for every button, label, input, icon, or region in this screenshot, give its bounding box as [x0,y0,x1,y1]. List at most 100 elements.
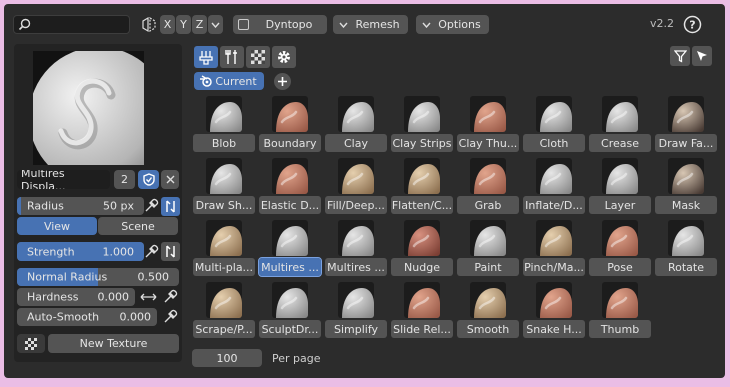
brush-label: Paint [457,258,519,276]
radius-unit-view[interactable]: View [17,217,97,235]
brush-label: Pose [589,258,651,276]
brush-label: Snake H... [523,320,585,338]
brush-label: SculptDr... [259,320,321,338]
tab-brushes[interactable] [194,46,218,68]
autosmooth-value: 0.000 [119,310,152,324]
checker-icon [25,337,37,350]
axis-x-toggle[interactable]: X [160,15,175,34]
eyedropper-icon[interactable] [143,244,159,260]
tools-icon [225,50,237,64]
brush-label: Draw Sh... [193,196,255,214]
dyntopo-toggle[interactable]: Dyntopo [233,15,327,34]
radius-field[interactable]: Radius 50 px [17,197,144,215]
brush-thumbnail [206,282,242,318]
brush-thumbnail [602,282,638,318]
gear-icon [278,51,290,63]
brush-thumbnail [404,158,440,194]
axis-dropdown[interactable] [208,15,223,34]
brush-label: Flatten/C... [391,196,453,214]
unlink-brush-button[interactable] [161,170,179,189]
arrows-icon[interactable] [140,291,157,303]
filter-icon [673,49,687,63]
remesh-dropdown[interactable]: Remesh [333,15,408,34]
brush-thumbnail [272,282,308,318]
filter-button[interactable] [670,46,690,66]
axis-y-toggle[interactable]: Y [176,15,191,34]
eyedropper-icon[interactable] [162,289,178,305]
brush-thumbnail [470,158,506,194]
brush-label: Slide Rel... [391,320,453,338]
radius-pressure-button[interactable] [161,197,180,216]
brush-label: Draw Fa... [655,134,717,152]
brush-label: Clay [325,134,387,152]
brush-thumbnail [536,96,572,132]
brush-preview [33,51,144,165]
tab-textures[interactable] [246,46,270,68]
brush-thumbnail [602,158,638,194]
plus-icon [278,77,287,86]
brush-label: Scrape/P... [193,320,255,338]
brush-label: Simplify [325,320,387,338]
brush-thumbnail [668,220,704,256]
brush-thumbnail [536,282,572,318]
brush-thumbnail [404,96,440,132]
brush-label: Smooth [457,320,519,338]
brush-name: Multires Displa... [21,170,66,189]
close-icon [166,175,174,184]
brush-label: Cloth [523,134,585,152]
new-texture-button[interactable]: New Texture [48,334,179,353]
brush-label: Inflate/D... [523,196,585,214]
brush-thumbnail [668,96,704,132]
brush-label: Clay Strips [391,134,453,152]
per-page-input[interactable]: 100 [192,349,262,367]
autosmooth-field[interactable]: Auto-Smooth 0.000 [17,308,157,326]
chevron-down-icon [339,22,348,28]
brush-label: Blob [193,134,255,152]
radius-unit-scene[interactable]: Scene [98,217,178,235]
brush-label: Nudge [391,258,453,276]
eyedropper-icon[interactable] [143,198,159,214]
search-input[interactable] [13,15,130,34]
tab-tools[interactable] [220,46,244,68]
hardness-value: 0.000 [97,290,130,304]
eyedropper-icon[interactable] [162,309,178,325]
brush-thumbnail [470,282,506,318]
options-dropdown[interactable]: Options [416,15,489,34]
brush-label: Rotate [655,258,717,276]
select-mode-button[interactable] [692,46,712,66]
brush-thumbnail [668,158,704,194]
remesh-label: Remesh [355,18,400,31]
brush-thumbnail [206,96,242,132]
strength-value: 1.000 [102,245,135,258]
brush-thumbnail [470,96,506,132]
brush-label: Multires ... [325,258,387,276]
brush-label: Fill/Deep... [325,196,387,214]
add-library-button[interactable] [274,73,291,90]
dyntopo-checkbox[interactable] [238,19,249,30]
cursor-icon [697,51,707,61]
brush-icon [199,51,213,65]
axis-z-toggle[interactable]: Z [192,15,207,34]
symmetry-icon[interactable] [140,16,158,33]
version-label: v2.2 [650,17,675,30]
texture-browse-button[interactable] [17,334,45,353]
brush-label: Crease [589,134,651,152]
brush-thumbnail [404,282,440,318]
strength-field[interactable]: Strength 1.000 [17,242,144,261]
help-icon[interactable]: ? [683,15,702,34]
strength-pressure-button[interactable] [161,242,180,261]
brush-panel: X Y Z Dyntopo Remesh Options v2.2 ? Mult… [4,4,725,378]
brush-thumbnail [404,220,440,256]
tab-settings[interactable] [272,46,296,68]
brush-name-field[interactable]: Multires Displa... [17,170,110,189]
brush-label: Multi-pla... [193,258,255,276]
strength-label: Strength [27,245,75,258]
brush-thumbnail [536,220,572,256]
hardness-field[interactable]: Hardness 0.000 [17,288,135,306]
radius-value: 50 px [103,199,134,213]
normal-radius-field[interactable]: Normal Radius 0.500 [17,268,179,286]
fake-user-button[interactable] [138,170,159,189]
brush-thumbnail [338,282,374,318]
blender-icon [200,75,212,87]
current-library-button[interactable]: Current [194,72,264,90]
